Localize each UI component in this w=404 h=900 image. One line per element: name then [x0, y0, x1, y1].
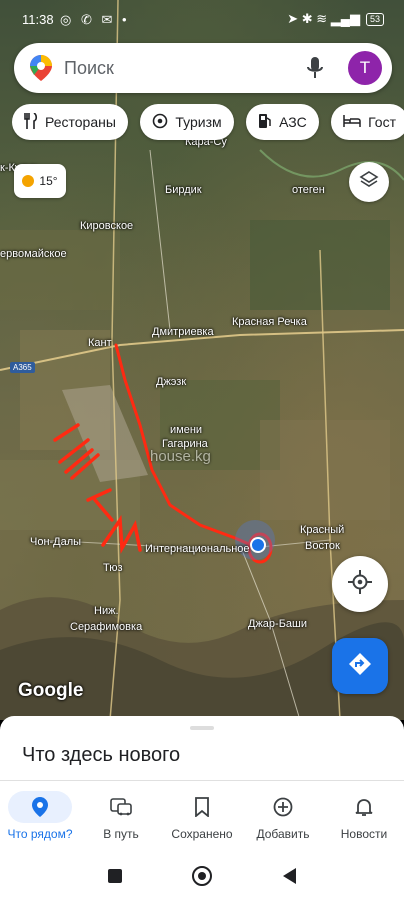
map-label: Чон-Далы	[30, 536, 82, 548]
chip-hotels[interactable]: Гост	[331, 104, 404, 140]
bookmark-icon	[170, 791, 234, 823]
location-pin-icon	[8, 791, 72, 823]
map-label: Восток	[305, 540, 340, 552]
map-label: Серафимовка	[70, 621, 143, 633]
nav-label: В путь	[103, 827, 139, 841]
directions-icon	[348, 652, 372, 681]
search-input[interactable]: Поиск	[64, 58, 114, 79]
nav-saved[interactable]: Сохранено	[162, 781, 242, 851]
fork-knife-icon	[24, 111, 38, 132]
map-label: Красный	[300, 524, 345, 536]
map-label: Интернациональное	[145, 543, 250, 555]
map-label: отеген	[292, 184, 325, 196]
chip-label: Туризм	[175, 114, 222, 130]
bottom-navigation: Что рядом? В путь Сохранено Добавить Нов…	[0, 780, 404, 851]
recent-apps-icon[interactable]	[108, 869, 122, 883]
map-label: Джар-Баши	[248, 618, 308, 630]
bell-icon	[332, 791, 396, 823]
road-shield: A365	[10, 362, 35, 373]
chip-label: Гост	[368, 114, 396, 130]
nav-label: Что рядом?	[7, 827, 73, 841]
temperature: 15°	[39, 174, 58, 188]
map-label: Кировское	[80, 220, 134, 232]
back-icon[interactable]	[283, 868, 296, 884]
map-label: Тюз	[103, 562, 123, 574]
map-label: Бирдик	[165, 184, 202, 196]
category-chips: Рестораны Туризм АЗС Гост	[12, 104, 404, 144]
commute-icon	[89, 791, 153, 823]
nav-label: Новости	[340, 827, 388, 841]
google-logo: Google	[18, 680, 84, 701]
my-location-button[interactable]	[332, 556, 388, 612]
status-bar: 11:38 ◎ ✆ ✉ • ➤ ✱ ≋ ▂▄▆ 53	[0, 0, 404, 36]
status-time: 11:38	[22, 12, 54, 27]
map-label: Дмитриевка	[152, 326, 214, 338]
layers-icon	[359, 170, 379, 195]
crosshair-icon	[348, 569, 372, 599]
chip-tourism[interactable]: Туризм	[140, 104, 234, 140]
map-label: Джэзк	[156, 376, 187, 388]
nav-contribute[interactable]: Добавить	[243, 781, 323, 851]
notification-icons: ◎ ✆ ✉ •	[60, 12, 130, 27]
map-label: Кант	[88, 337, 112, 349]
nav-explore[interactable]: Что рядом?	[0, 781, 80, 851]
nav-label: Добавить	[256, 827, 310, 841]
add-circle-icon	[251, 791, 315, 823]
bed-icon	[343, 114, 361, 131]
chip-gas[interactable]: АЗС	[246, 104, 319, 140]
camera-icon	[152, 113, 168, 132]
map-label: имени	[170, 424, 203, 436]
nav-commute[interactable]: В путь	[81, 781, 161, 851]
nav-updates[interactable]: Новости	[324, 781, 404, 851]
layers-button[interactable]	[349, 162, 389, 202]
chip-label: Рестораны	[45, 114, 116, 130]
battery-icon: 53	[365, 12, 384, 26]
gas-station-icon	[258, 113, 272, 132]
sheet-title: Что здесь нового	[22, 744, 181, 766]
my-location-dot	[250, 537, 266, 553]
nav-label: Сохранено	[171, 827, 233, 841]
home-icon[interactable]	[192, 866, 212, 886]
map-label: Красная Речка	[232, 316, 307, 328]
system-icons: ➤ ✱ ≋ ▂▄▆ 53	[287, 11, 384, 27]
weather-badge[interactable]: 15°	[14, 164, 66, 198]
google-maps-pin-icon	[30, 55, 52, 86]
map-label: Ниж.	[94, 605, 119, 617]
system-navigation-bar	[0, 850, 404, 900]
search-bar[interactable]: Поиск Т	[14, 43, 392, 93]
map-label: ервомайское	[0, 248, 67, 260]
directions-button[interactable]	[332, 638, 388, 694]
avatar[interactable]: Т	[348, 51, 382, 85]
sun-icon	[22, 175, 35, 187]
chip-label: АЗС	[279, 114, 307, 130]
watermark: house.kg	[150, 448, 211, 465]
sheet-drag-handle[interactable]	[190, 726, 214, 730]
microphone-icon[interactable]	[306, 56, 324, 85]
chip-restaurants[interactable]: Рестораны	[12, 104, 128, 140]
signal-icons: ➤ ✱ ≋ ▂▄▆	[287, 11, 360, 26]
